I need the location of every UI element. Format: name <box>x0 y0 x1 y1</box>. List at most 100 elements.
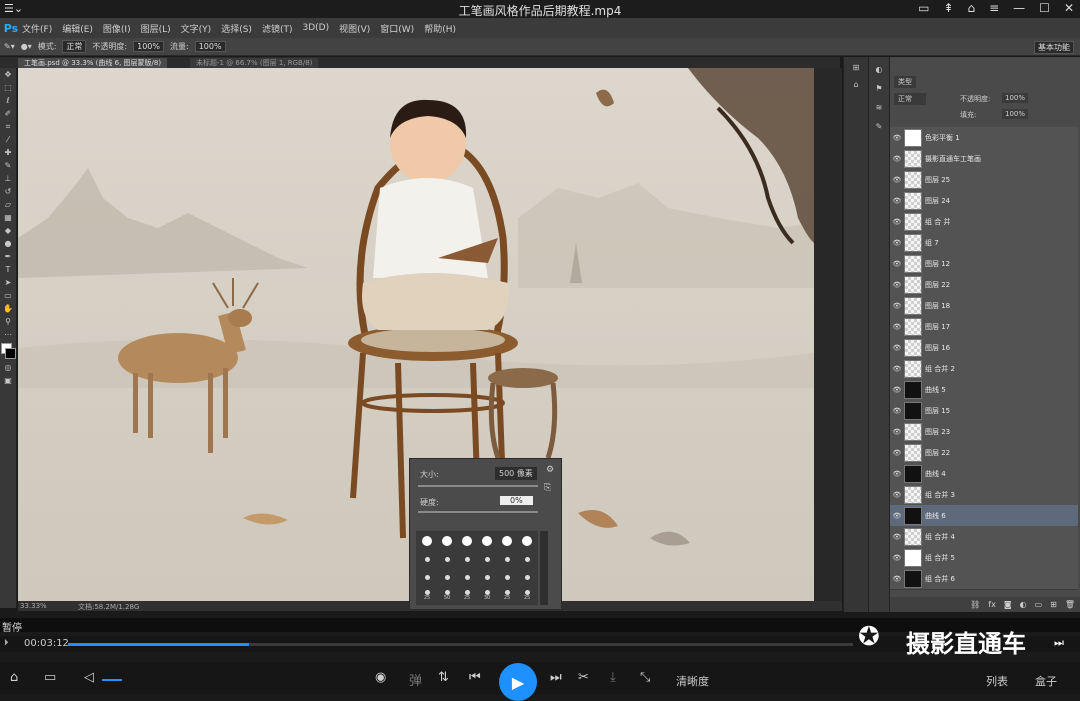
volume-icon[interactable]: ◁ <box>84 670 94 685</box>
healing-tool-icon[interactable]: ✚ <box>0 146 16 159</box>
brush-preset[interactable] <box>518 569 536 585</box>
paths-icon[interactable]: ✎ <box>871 120 887 133</box>
brush-preset[interactable] <box>458 551 476 567</box>
previous-icon[interactable]: ⏮ <box>469 670 481 685</box>
history-panel-icon[interactable]: ⊞ <box>848 61 864 74</box>
mode-select[interactable]: 正常 <box>62 40 87 53</box>
workspace-select[interactable]: 基本功能 <box>1034 41 1074 54</box>
properties-panel-icon[interactable]: ⌂ <box>848 78 864 91</box>
open-folder-icon[interactable]: ▭ <box>44 670 56 685</box>
layer-row[interactable]: 👁 图层 22 <box>890 442 1078 464</box>
screen-mode-icon[interactable]: ▣ <box>0 374 16 387</box>
layer-row[interactable]: 👁 图层 22 <box>890 274 1078 296</box>
visibility-eye-icon[interactable]: 👁 <box>890 281 904 289</box>
type-tool-icon[interactable]: T <box>0 263 16 276</box>
layer-row[interactable]: 👁 曲线 6 <box>890 505 1078 527</box>
new-layer-icon[interactable]: ⊞ <box>1050 600 1057 609</box>
visibility-eye-icon[interactable]: 👁 <box>890 533 904 541</box>
brush-size-input[interactable]: 500 像素 <box>495 467 537 480</box>
zoom-tool-icon[interactable]: ⚲ <box>0 315 16 328</box>
eraser-tool-icon[interactable]: ▱ <box>0 198 16 211</box>
stamp-tool-icon[interactable]: ⊥ <box>0 172 16 185</box>
menu-3d[interactable]: 3D(D) <box>302 23 329 33</box>
visibility-eye-icon[interactable]: 👁 <box>890 512 904 520</box>
new-preset-icon[interactable]: ⎘ <box>544 483 551 493</box>
visibility-eye-icon[interactable]: 👁 <box>890 344 904 352</box>
brush-preset[interactable] <box>478 569 496 585</box>
visibility-eye-icon[interactable]: 👁 <box>890 386 904 394</box>
marquee-tool-icon[interactable]: ⬚ <box>0 81 16 94</box>
menu-layer[interactable]: 图层(L) <box>141 22 171 35</box>
next-track-icon[interactable]: ⏭ <box>550 670 562 685</box>
brush-preset[interactable] <box>418 551 436 567</box>
brush-preset[interactable]: 50 <box>438 587 456 603</box>
folder-icon[interactable]: ▭ <box>1035 600 1043 609</box>
menu-type[interactable]: 文字(Y) <box>181 22 212 35</box>
layer-row[interactable]: 👁 组 合并 6 <box>890 568 1078 590</box>
layer-row[interactable]: 👁 曲线 4 <box>890 463 1078 485</box>
layer-row[interactable]: 👁 组 合并 4 <box>890 526 1078 548</box>
brush-preset[interactable] <box>518 533 536 549</box>
brush-preset[interactable] <box>498 533 516 549</box>
pen-tool-icon[interactable]: ✒ <box>0 250 16 263</box>
brush-preset[interactable] <box>498 569 516 585</box>
scissors-icon[interactable]: ✂ <box>578 670 589 685</box>
brush-preset[interactable]: 25 <box>498 587 516 603</box>
layer-row[interactable]: 👁 图层 24 <box>890 190 1078 212</box>
menu-window[interactable]: 窗口(W) <box>380 22 414 35</box>
menu-select[interactable]: 选择(S) <box>221 22 252 35</box>
layer-row[interactable]: 👁 组 合并 5 <box>890 547 1078 569</box>
menu-view[interactable]: 视图(V) <box>339 22 370 35</box>
layer-row[interactable]: 👁 图层 15 <box>890 400 1078 422</box>
brush-preset[interactable] <box>458 569 476 585</box>
danmaku-button[interactable]: 弹 <box>409 670 422 689</box>
layer-kind-filter[interactable]: 类型 <box>894 76 916 88</box>
layer-fill-input[interactable]: 100% <box>1002 109 1029 119</box>
shape-tool-icon[interactable]: ▭ <box>0 289 16 302</box>
brush-preset[interactable] <box>518 551 536 567</box>
maximize-button[interactable]: ☐ <box>1039 1 1050 15</box>
visibility-eye-icon[interactable]: 👁 <box>890 365 904 373</box>
layer-row[interactable]: 👁 组 7 <box>890 232 1078 254</box>
visibility-eye-icon[interactable]: 👁 <box>890 449 904 457</box>
doc-tab-active[interactable]: 工笔画.psd @ 33.3% (曲线 6, 图层蒙版/8) <box>18 58 168 68</box>
brush-preset[interactable] <box>438 551 456 567</box>
menu-filter[interactable]: 滤镜(T) <box>262 22 293 35</box>
visibility-eye-icon[interactable]: 👁 <box>890 575 904 583</box>
home-icon[interactable]: ⌂ <box>10 670 18 685</box>
brush-hardness-input[interactable]: 0% <box>500 496 533 505</box>
brush-preset[interactable] <box>418 569 436 585</box>
blur-tool-icon[interactable]: ◆ <box>0 224 16 237</box>
volume-slider[interactable] <box>102 679 122 681</box>
layer-opacity-input[interactable]: 100% <box>1002 93 1029 103</box>
dodge-tool-icon[interactable]: ● <box>0 237 16 250</box>
play-button[interactable]: ▶ <box>499 663 537 701</box>
visibility-eye-icon[interactable]: 👁 <box>890 323 904 331</box>
visibility-eye-icon[interactable]: 👁 <box>890 491 904 499</box>
brush-preset[interactable] <box>438 569 456 585</box>
visibility-eye-icon[interactable]: 👁 <box>890 239 904 247</box>
brush-tool-icon[interactable]: ✎▾ <box>4 42 15 51</box>
visibility-eye-icon[interactable]: 👁 <box>890 218 904 226</box>
visibility-eye-icon[interactable]: 👁 <box>890 302 904 310</box>
brush-preset[interactable] <box>478 533 496 549</box>
brush-preset[interactable]: 30 <box>478 587 496 603</box>
brush-tool-icon[interactable]: ✎ <box>0 159 16 172</box>
opacity-input[interactable]: 100% <box>133 41 164 52</box>
clarity-button[interactable]: 清晰度 <box>676 673 709 689</box>
visibility-eye-icon[interactable]: 👁 <box>890 176 904 184</box>
quick-mask-icon[interactable]: ◎ <box>0 361 16 374</box>
layer-row[interactable]: 👁 图层 17 <box>890 316 1078 338</box>
move-tool-icon[interactable]: ✥ <box>0 68 16 81</box>
brush-preset[interactable] <box>498 551 516 567</box>
pin-icon[interactable]: ⇞ <box>943 1 953 15</box>
visibility-eye-icon[interactable]: 👁 <box>890 197 904 205</box>
layer-row[interactable]: 👁 图层 12 <box>890 253 1078 275</box>
brush-preset[interactable]: 25 <box>418 587 436 603</box>
styles-icon[interactable]: ⚑ <box>871 82 887 95</box>
channels-icon[interactable]: ≋ <box>871 101 887 114</box>
visibility-eye-icon[interactable]: 👁 <box>890 134 904 142</box>
more-tools-icon[interactable]: ⋯ <box>0 328 16 341</box>
skin-icon[interactable]: ⌂ <box>967 1 975 15</box>
brush-list-scrollbar[interactable] <box>540 531 548 605</box>
